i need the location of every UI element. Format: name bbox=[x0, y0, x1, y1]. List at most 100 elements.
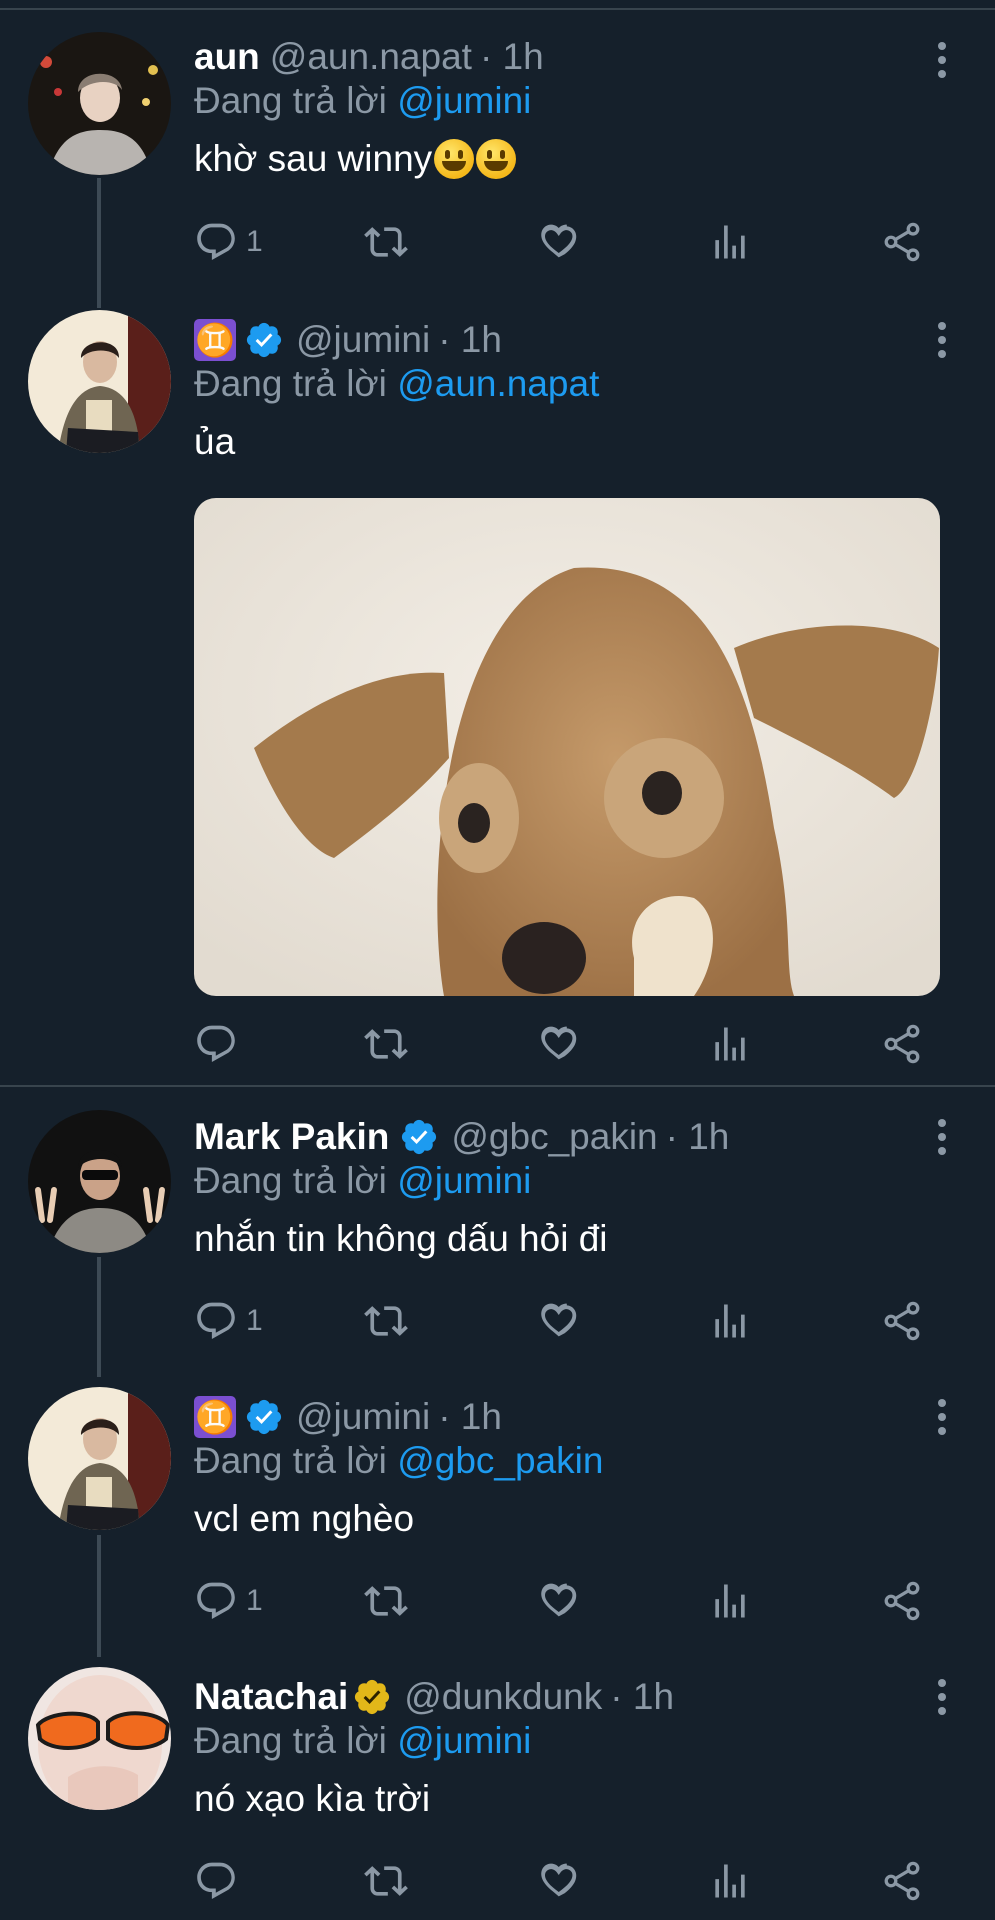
retweet-icon bbox=[364, 220, 408, 264]
share-button[interactable] bbox=[880, 1020, 924, 1068]
avatar[interactable] bbox=[28, 1387, 171, 1530]
more-icon[interactable] bbox=[937, 1679, 947, 1721]
handle[interactable]: @jumini bbox=[296, 1395, 430, 1439]
tweet[interactable]: ♊ @jumini · 1h Đang trả lời @gbc_pakin v… bbox=[0, 1367, 995, 1657]
timestamp[interactable]: · 1h bbox=[610, 1675, 674, 1719]
views-button[interactable] bbox=[708, 218, 752, 266]
thread-line bbox=[97, 1535, 101, 1657]
tweet[interactable]: Mark Pakin @gbc_pakin · 1h Đang trả lời … bbox=[0, 1087, 995, 1377]
share-button[interactable] bbox=[880, 1297, 924, 1345]
reply-icon bbox=[194, 1299, 238, 1343]
timestamp[interactable]: · 1h bbox=[480, 35, 544, 79]
tweet[interactable]: ♊ @jumini · 1h Đang trả lời @aun.napat ủ… bbox=[0, 290, 995, 1085]
thread-line bbox=[97, 1257, 101, 1377]
retweet-button[interactable] bbox=[364, 1020, 408, 1068]
like-button[interactable] bbox=[536, 1857, 580, 1905]
like-button[interactable] bbox=[536, 1020, 580, 1068]
verified-badge-icon[interactable] bbox=[352, 1677, 392, 1717]
verified-badge-icon[interactable] bbox=[399, 1117, 439, 1157]
grinning-face-emoji-icon bbox=[476, 139, 517, 179]
reply-prefix: Đang trả lời bbox=[194, 1720, 387, 1761]
verified-badge-icon[interactable] bbox=[244, 320, 284, 360]
views-icon bbox=[708, 1299, 752, 1343]
tweet-header: ♊ @jumini · 1h bbox=[194, 1395, 935, 1439]
views-icon bbox=[708, 1022, 752, 1066]
views-button[interactable] bbox=[708, 1020, 752, 1068]
tweet-header: Mark Pakin @gbc_pakin · 1h bbox=[194, 1115, 935, 1159]
like-button[interactable] bbox=[536, 1297, 580, 1345]
tweet-text: ủa bbox=[194, 418, 935, 466]
timestamp[interactable]: · 1h bbox=[438, 318, 502, 362]
like-button[interactable] bbox=[536, 1577, 580, 1625]
timestamp[interactable]: · 1h bbox=[438, 1395, 502, 1439]
reply-button[interactable]: 1 bbox=[194, 1297, 263, 1345]
reply-mention[interactable]: @aun.napat bbox=[397, 363, 599, 404]
thread-line bbox=[97, 178, 101, 308]
tweet-text-body: khờ sau winny bbox=[194, 138, 433, 179]
share-icon bbox=[880, 1299, 924, 1343]
display-name[interactable]: Natachai bbox=[194, 1675, 348, 1719]
tweet-text: nhắn tin không dấu hỏi đi bbox=[194, 1215, 935, 1263]
gemini-emoji-icon[interactable]: ♊ bbox=[194, 1396, 236, 1438]
reply-icon bbox=[194, 220, 238, 264]
like-icon bbox=[536, 1299, 580, 1343]
reply-button[interactable] bbox=[194, 1857, 246, 1905]
tweet[interactable]: aun @aun.napat · 1h Đang trả lời @jumini… bbox=[0, 0, 995, 308]
avatar[interactable] bbox=[28, 1110, 171, 1253]
tweet[interactable]: Natachai @dunkdunk · 1h Đang trả lời @ju… bbox=[0, 1647, 995, 1920]
puppy-image[interactable] bbox=[194, 498, 940, 996]
reply-button[interactable]: 1 bbox=[194, 1577, 263, 1625]
reply-mention[interactable]: @jumini bbox=[397, 1720, 531, 1761]
views-button[interactable] bbox=[708, 1297, 752, 1345]
share-icon bbox=[880, 1859, 924, 1903]
handle[interactable]: @aun.napat bbox=[270, 35, 472, 79]
reply-context: Đang trả lời @jumini bbox=[194, 1159, 935, 1203]
reply-mention[interactable]: @gbc_pakin bbox=[397, 1440, 603, 1481]
retweet-button[interactable] bbox=[364, 1857, 408, 1905]
reply-mention[interactable]: @jumini bbox=[397, 80, 531, 121]
tweet-text-body: nó xạo kìa trời bbox=[194, 1778, 431, 1819]
avatar[interactable] bbox=[28, 32, 171, 175]
more-icon[interactable] bbox=[937, 1119, 947, 1161]
retweet-button[interactable] bbox=[364, 1577, 408, 1625]
reply-mention[interactable]: @jumini bbox=[397, 1160, 531, 1201]
retweet-icon bbox=[364, 1859, 408, 1903]
timestamp[interactable]: · 1h bbox=[666, 1115, 730, 1159]
share-button[interactable] bbox=[880, 1857, 924, 1905]
more-icon[interactable] bbox=[937, 1399, 947, 1441]
handle[interactable]: @jumini bbox=[296, 318, 430, 362]
reply-context: Đang trả lời @jumini bbox=[194, 1719, 935, 1763]
views-icon bbox=[708, 220, 752, 264]
tweet-text-body: nhắn tin không dấu hỏi đi bbox=[194, 1218, 608, 1259]
reply-button[interactable]: 1 bbox=[194, 218, 263, 266]
like-button[interactable] bbox=[536, 218, 580, 266]
more-icon[interactable] bbox=[937, 322, 947, 364]
views-button[interactable] bbox=[708, 1577, 752, 1625]
avatar[interactable] bbox=[28, 1667, 171, 1810]
handle[interactable]: @gbc_pakin bbox=[451, 1115, 657, 1159]
share-button[interactable] bbox=[880, 218, 924, 266]
retweet-button[interactable] bbox=[364, 1297, 408, 1345]
tweet-header: aun @aun.napat · 1h bbox=[194, 35, 935, 79]
share-button[interactable] bbox=[880, 1577, 924, 1625]
display-name[interactable]: aun bbox=[194, 35, 260, 79]
share-icon bbox=[880, 1579, 924, 1623]
reply-prefix: Đang trả lời bbox=[194, 1160, 387, 1201]
retweet-button[interactable] bbox=[364, 218, 408, 266]
verified-badge-icon[interactable] bbox=[244, 1397, 284, 1437]
like-icon bbox=[536, 220, 580, 264]
more-icon[interactable] bbox=[937, 42, 947, 84]
views-button[interactable] bbox=[708, 1857, 752, 1905]
reply-button[interactable] bbox=[194, 1020, 246, 1068]
reply-prefix: Đang trả lời bbox=[194, 363, 387, 404]
reply-icon bbox=[194, 1579, 238, 1623]
views-icon bbox=[708, 1859, 752, 1903]
tweet-header: Natachai @dunkdunk · 1h bbox=[194, 1675, 935, 1719]
gemini-emoji-icon[interactable]: ♊ bbox=[194, 319, 236, 361]
reply-icon bbox=[194, 1859, 238, 1903]
avatar[interactable] bbox=[28, 310, 171, 453]
display-name[interactable]: Mark Pakin bbox=[194, 1115, 389, 1159]
retweet-icon bbox=[364, 1579, 408, 1623]
handle[interactable]: @dunkdunk bbox=[404, 1675, 602, 1719]
reply-prefix: Đang trả lời bbox=[194, 1440, 387, 1481]
